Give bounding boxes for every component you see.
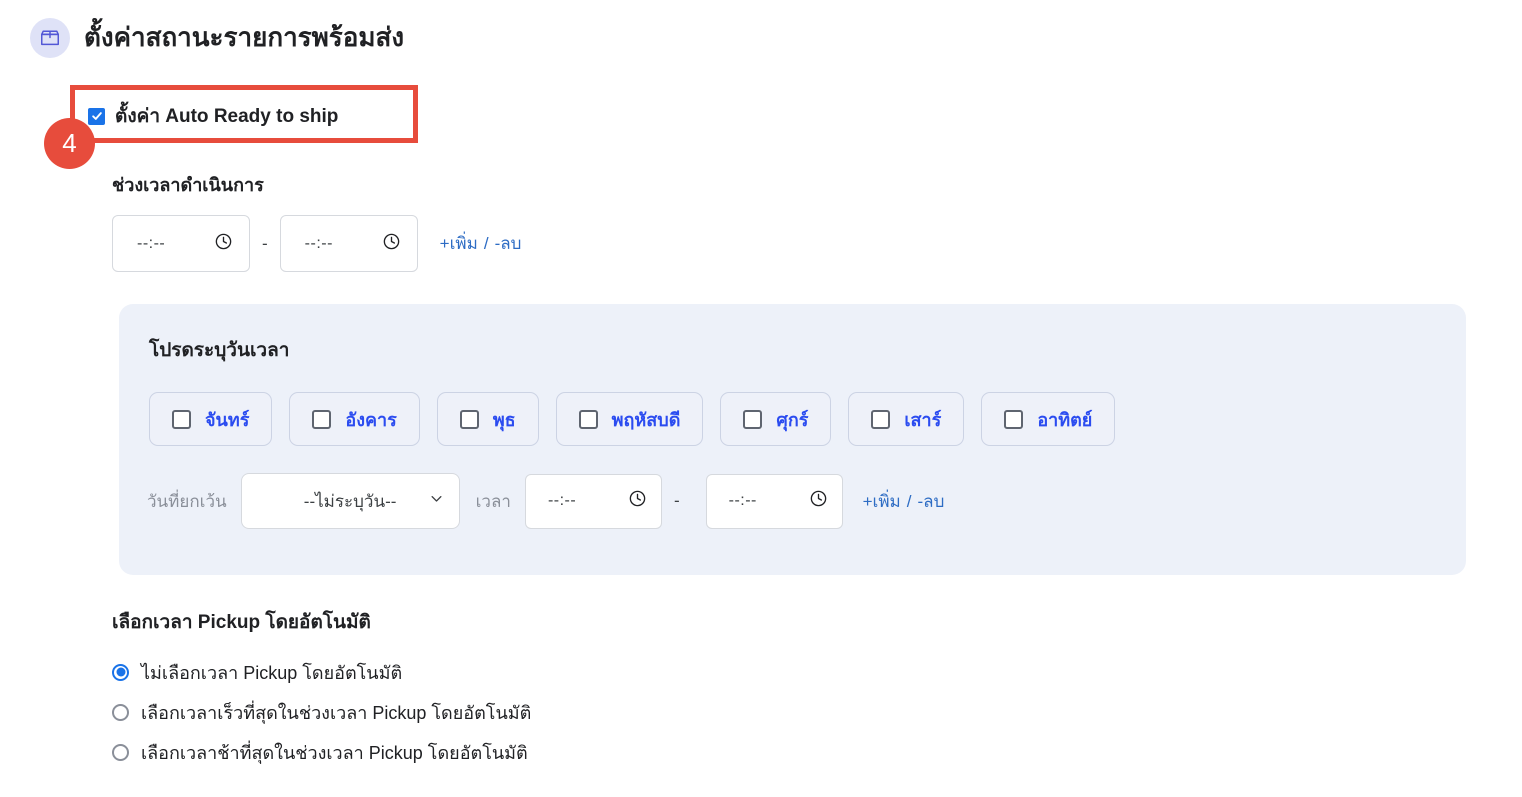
exception-add-link[interactable]: +เพิ่ม xyxy=(863,492,901,511)
operating-hours-time-row: --:-- - --:-- +เพิ่ม / -ลบ xyxy=(112,215,521,272)
day-label-monday: จันทร์ xyxy=(205,409,250,430)
exception-time-separator: - xyxy=(673,491,680,510)
auto-ready-checkbox[interactable] xyxy=(88,107,105,125)
pickup-auto-select-label: เลือกเวลา Pickup โดยอัตโนมัติ xyxy=(112,612,371,633)
exception-start-time-input[interactable]: --:-- xyxy=(524,473,662,529)
clock-icon[interactable] xyxy=(214,232,233,256)
exception-date-row: วันที่ยกเว้น --ไม่ระบุวัน-- เวลา --:-- -… xyxy=(147,473,944,529)
operating-time-separator: - xyxy=(262,233,268,253)
pickup-option-latest-label: เลือกเวลาช้าที่สุดในช่วงเวลา Pickup โดยอ… xyxy=(141,742,528,763)
operating-hours-label: ช่วงเวลาดำเนินการ xyxy=(112,175,264,195)
day-checkbox-group: จันทร์ อังคาร พุธ พฤหัสบดี ศุกร์ เสาร์ อ… xyxy=(149,392,1116,446)
exception-link-actions: +เพิ่ม / -ลบ xyxy=(863,488,945,515)
exception-link-separator: / xyxy=(906,491,912,511)
day-label-thursday: พฤหัสบดี xyxy=(611,409,681,430)
pickup-radio-latest[interactable] xyxy=(112,743,129,761)
exception-date-select[interactable]: --ไม่ระบุวัน-- xyxy=(240,473,460,529)
day-label-sunday: อาทิตย์ xyxy=(1037,409,1093,430)
pickup-option-earliest[interactable]: เลือกเวลาเร็วที่สุดในช่วงเวลา Pickup โดย… xyxy=(112,692,531,732)
pickup-radio-earliest[interactable] xyxy=(112,703,129,721)
day-checkbox-thursday[interactable] xyxy=(578,409,598,429)
operating-start-time-value: --:-- xyxy=(137,234,166,252)
operating-hours-link-actions: +เพิ่ม / -ลบ xyxy=(440,230,522,257)
day-label-saturday: เสาร์ xyxy=(904,409,942,430)
day-chip-sunday[interactable]: อาทิตย์ xyxy=(981,392,1116,446)
day-chip-wednesday[interactable]: พุธ xyxy=(436,392,539,446)
package-box-icon xyxy=(30,18,70,58)
day-chip-thursday[interactable]: พฤหัสบดี xyxy=(555,392,704,446)
operating-start-time-input[interactable]: --:-- xyxy=(112,215,250,272)
exception-date-label: วันที่ยกเว้น xyxy=(147,491,227,511)
pickup-option-none[interactable]: ไม่เลือกเวลา Pickup โดยอัตโนมัติ xyxy=(112,652,531,692)
operating-remove-link[interactable]: -ลบ xyxy=(495,234,522,253)
exception-end-time-input[interactable]: --:-- xyxy=(705,473,843,529)
schedule-panel: โปรดระบุวันเวลา จันทร์ อังคาร พุธ พฤหัสบ… xyxy=(119,304,1466,575)
day-chip-friday[interactable]: ศุกร์ xyxy=(720,392,832,446)
operating-add-link[interactable]: +เพิ่ม xyxy=(440,234,478,253)
operating-end-time-input[interactable]: --:-- xyxy=(279,215,418,272)
exception-start-time-value: --:-- xyxy=(547,492,577,509)
page-title: ตั้งค่าสถานะรายการพร้อมส่ง xyxy=(84,22,405,53)
day-checkbox-friday[interactable] xyxy=(743,409,763,429)
pickup-radio-none[interactable] xyxy=(112,663,129,681)
chevron-down-icon[interactable] xyxy=(429,491,444,511)
day-label-wednesday: พุธ xyxy=(492,409,516,430)
clock-icon[interactable] xyxy=(382,232,401,256)
exception-date-select-value: --ไม่ระบุวัน-- xyxy=(303,491,397,511)
day-chip-monday[interactable]: จันทร์ xyxy=(149,392,273,446)
annotation-step-badge: 4 xyxy=(44,118,95,169)
clock-icon[interactable] xyxy=(809,489,828,513)
exception-remove-link[interactable]: -ลบ xyxy=(918,492,945,511)
day-checkbox-monday[interactable] xyxy=(172,409,191,429)
day-chip-tuesday[interactable]: อังคาร xyxy=(289,392,420,446)
day-label-friday: ศุกร์ xyxy=(776,409,809,430)
clock-icon[interactable] xyxy=(628,489,647,513)
exception-time-label: เวลา xyxy=(475,491,511,511)
pickup-option-none-label: ไม่เลือกเวลา Pickup โดยอัตโนมัติ xyxy=(141,662,403,683)
schedule-panel-title: โปรดระบุวันเวลา xyxy=(149,340,290,361)
day-checkbox-saturday[interactable] xyxy=(871,409,891,429)
day-label-tuesday: อังคาร xyxy=(345,409,397,430)
pickup-option-latest[interactable]: เลือกเวลาช้าที่สุดในช่วงเวลา Pickup โดยอ… xyxy=(112,732,531,772)
operating-end-time-value: --:-- xyxy=(304,234,333,252)
auto-ready-to-ship-row[interactable]: ตั้งค่า Auto Ready to ship xyxy=(88,101,338,131)
pickup-auto-select-radio-group: ไม่เลือกเวลา Pickup โดยอัตโนมัติ เลือกเว… xyxy=(112,652,531,772)
exception-end-time-value: --:-- xyxy=(728,492,757,509)
day-checkbox-sunday[interactable] xyxy=(1004,409,1024,429)
page-header: ตั้งค่าสถานะรายการพร้อมส่ง xyxy=(0,18,404,58)
auto-ready-label: ตั้งค่า Auto Ready to ship xyxy=(115,106,339,127)
day-chip-saturday[interactable]: เสาร์ xyxy=(848,392,965,446)
pickup-option-earliest-label: เลือกเวลาเร็วที่สุดในช่วงเวลา Pickup โดย… xyxy=(141,702,532,723)
day-checkbox-tuesday[interactable] xyxy=(312,409,332,429)
day-checkbox-wednesday[interactable] xyxy=(459,409,479,429)
operating-link-separator: / xyxy=(483,234,489,253)
